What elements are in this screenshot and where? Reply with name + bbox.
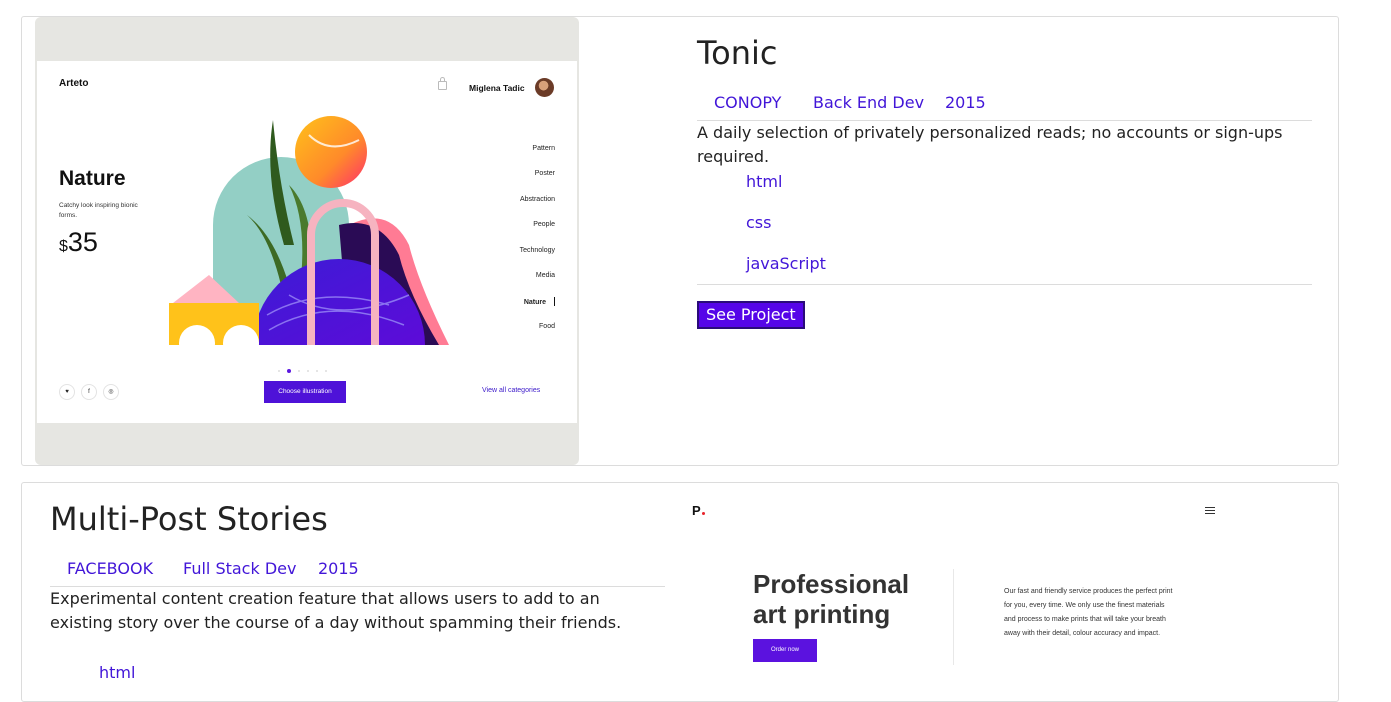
carousel-dot[interactable] (316, 370, 318, 372)
project-client: CONOPY (714, 93, 782, 112)
nature-illustration (169, 116, 449, 345)
project-description: A daily selection of privately personali… (697, 123, 1283, 166)
project-role: Full Stack Dev (183, 559, 297, 578)
category-item[interactable]: People (520, 221, 555, 246)
tech-tag: html (746, 172, 783, 191)
project-client: FACEBOOK (67, 559, 154, 578)
screenshot-headline: Professional art printing (753, 569, 909, 629)
project-meta: FACEBOOK Full Stack Dev 2015 (50, 550, 665, 587)
carousel-dot-active[interactable] (287, 369, 291, 373)
project-title: Multi-Post Stories (50, 500, 328, 538)
facebook-icon[interactable]: f (81, 384, 97, 400)
logo-dot (701, 512, 705, 515)
screenshot-hero-title: Nature (59, 167, 126, 190)
screenshot-user-name: Miglena Tadic (469, 83, 525, 93)
category-item[interactable]: Technology (520, 247, 555, 272)
twitter-icon[interactable]: ♥ (59, 384, 75, 400)
tech-tag: html (99, 663, 136, 682)
category-item[interactable]: Pattern (520, 145, 555, 170)
carousel-dot[interactable] (307, 370, 309, 372)
carousel-dot[interactable] (278, 370, 280, 372)
instagram-icon[interactable]: ◎ (103, 384, 119, 400)
category-item[interactable]: Abstraction (520, 196, 555, 221)
project-role: Back End Dev (813, 93, 925, 112)
avatar (535, 78, 554, 97)
tech-tag: javaScript (746, 254, 826, 273)
project-year: 2015 (945, 93, 986, 112)
screenshot-hero-subtitle: Catchy look inspiring bionic forms. (59, 202, 138, 219)
category-item[interactable]: Poster (520, 170, 555, 195)
project-description: Experimental content creation feature th… (50, 589, 622, 632)
see-project-button[interactable]: See Project (697, 301, 805, 329)
project-screenshot: P Professional art printing Order now Ou… (687, 483, 1327, 701)
screenshot-body-text: Our fast and friendly service produces t… (1004, 588, 1173, 637)
project-screenshot: Arteto Miglena Tadic Nature Catchy look … (35, 17, 579, 465)
category-item[interactable]: Media (520, 272, 555, 297)
headline-line: Professional (753, 569, 910, 599)
choose-illustration-button[interactable]: Choose illustration (264, 381, 346, 403)
project-card-multi-post-stories: Multi-Post Stories FACEBOOK Full Stack D… (21, 482, 1339, 702)
divider (697, 284, 1312, 285)
currency-symbol: $ (59, 238, 68, 255)
project-year: 2015 (318, 559, 359, 578)
project-card-tonic: Arteto Miglena Tadic Nature Catchy look … (21, 16, 1339, 466)
screenshot-page: Arteto Miglena Tadic Nature Catchy look … (37, 61, 577, 423)
screenshot-logo-text: P (692, 503, 701, 518)
view-all-categories-link[interactable]: View all categories (482, 387, 540, 394)
carousel-dot[interactable] (325, 370, 327, 372)
carousel-dots (278, 359, 334, 377)
lock-icon (438, 77, 447, 90)
divider (953, 569, 954, 665)
project-meta: CONOPY Back End Dev 2015 (697, 84, 1312, 121)
headline-line: art printing (753, 599, 891, 629)
screenshot-logo: P (692, 503, 705, 518)
project-title: Tonic (697, 34, 778, 72)
carousel-dot[interactable] (298, 370, 300, 372)
screenshot-logo: Arteto (59, 78, 89, 89)
order-now-button[interactable]: Order now (753, 639, 817, 662)
hamburger-menu-icon[interactable] (1205, 507, 1215, 516)
category-list: Pattern Poster Abstraction People Techno… (520, 145, 555, 348)
screenshot-price: $35 (59, 227, 98, 258)
tech-tag: css (746, 213, 772, 232)
category-item[interactable]: Food (520, 323, 555, 348)
category-item-active[interactable]: Nature (520, 297, 555, 322)
price-value: 35 (67, 227, 98, 257)
